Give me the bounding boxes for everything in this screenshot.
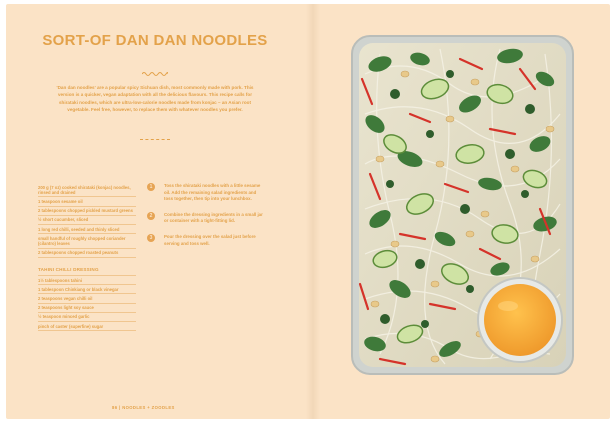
method-steps: 1 Toss the shirataki noodles with a litt…: [147, 183, 265, 256]
page-footer: 86 | NOODLES + ZOODLES: [112, 405, 175, 410]
ingredients-list: 200 g (7 oz) cooked shirataki (konjac) n…: [38, 183, 136, 332]
ingredient-item: 1 teaspoon sesame oil: [38, 197, 136, 207]
section-name: NOODLES + ZOODLES: [122, 405, 175, 410]
page-number: 86: [112, 405, 118, 410]
method-step: 1 Toss the shirataki noodles with a litt…: [147, 183, 265, 203]
intro-divider: [140, 139, 170, 140]
recipe-title: SORT-OF DAN DAN NOODLES: [42, 32, 268, 49]
ingredient-item: ½ short cucumber, sliced: [38, 216, 136, 226]
dressing-cup: [477, 277, 563, 363]
method-step: 3 Pour the dressing over the salad just …: [147, 233, 265, 247]
step-text: Pour the dressing over the salad just be…: [164, 233, 256, 246]
dressing-item: 2 teaspoons light soy sauce: [38, 304, 136, 313]
recipe-intro: 'Dan dan noodles' are a popular spicy Si…: [56, 85, 254, 113]
step-number-badge: 2: [147, 211, 155, 220]
ingredient-item: small handful of roughly chopped coriand…: [38, 234, 136, 249]
step-number-badge: 1: [147, 183, 155, 191]
page-gutter: [306, 4, 320, 419]
step-text: Toss the shirataki noodles with a little…: [164, 183, 261, 202]
method-step: 2 Combine the dressing ingredients in a …: [147, 211, 265, 225]
ingredient-item: 200 g (7 oz) cooked shirataki (konjac) n…: [38, 183, 136, 198]
step-number-badge: 3: [147, 233, 155, 242]
noodle-salad-photo: [351, 35, 574, 375]
dressing-item: 1 tablespoon Chinkiang or black vinegar: [38, 285, 136, 295]
ingredient-item: 1 long red chilli, seeded and thinly sli…: [38, 225, 136, 235]
dressing-item: ½ teaspoon minced garlic: [38, 313, 136, 323]
dressing-item: pinch of caster (superfine) sugar: [38, 322, 136, 332]
title-wave-ornament: [142, 72, 168, 76]
ingredient-item: 2 tablespoons chopped roasted peanuts: [38, 249, 136, 258]
dressing-heading: TAHINI CHILLI DRESSING: [38, 267, 136, 277]
dressing-item: 2 teaspoons vegan chilli oil: [38, 294, 136, 304]
step-text: Combine the dressing ingredients in a sm…: [164, 211, 263, 224]
dressing-item: 1½ tablespoons tahini: [38, 276, 136, 286]
ingredient-item: 2 tablespoons chopped pickled mustard gr…: [38, 207, 136, 216]
